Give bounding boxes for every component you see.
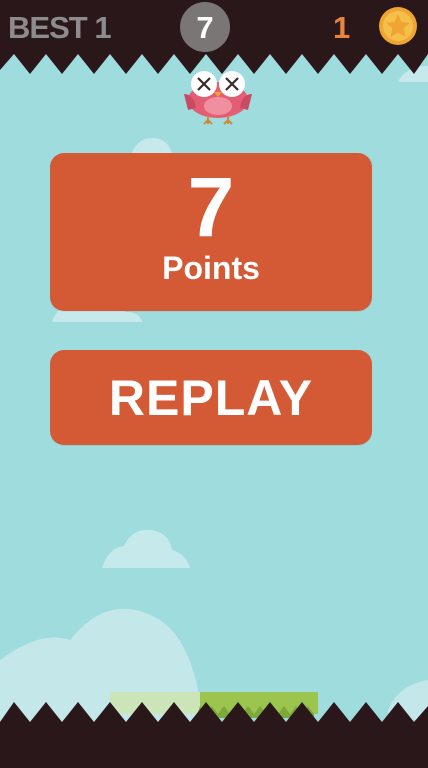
best-score: BEST 1	[8, 10, 112, 46]
bottom-spikes	[0, 702, 428, 768]
points-label: Points	[162, 250, 260, 286]
coin-count: 1	[333, 10, 351, 45]
current-score: 7	[196, 10, 214, 45]
star-coin-icon	[379, 7, 417, 45]
replay-button[interactable]: REPLAY	[50, 350, 372, 445]
best-label: BEST	[8, 10, 88, 45]
score-result-panel: 7 Points	[50, 153, 372, 311]
best-value: 1	[94, 10, 111, 45]
final-score: 7	[187, 160, 235, 254]
current-score-badge: 7	[180, 2, 230, 52]
replay-label: REPLAY	[108, 370, 314, 426]
owl-dead-icon	[184, 71, 252, 125]
